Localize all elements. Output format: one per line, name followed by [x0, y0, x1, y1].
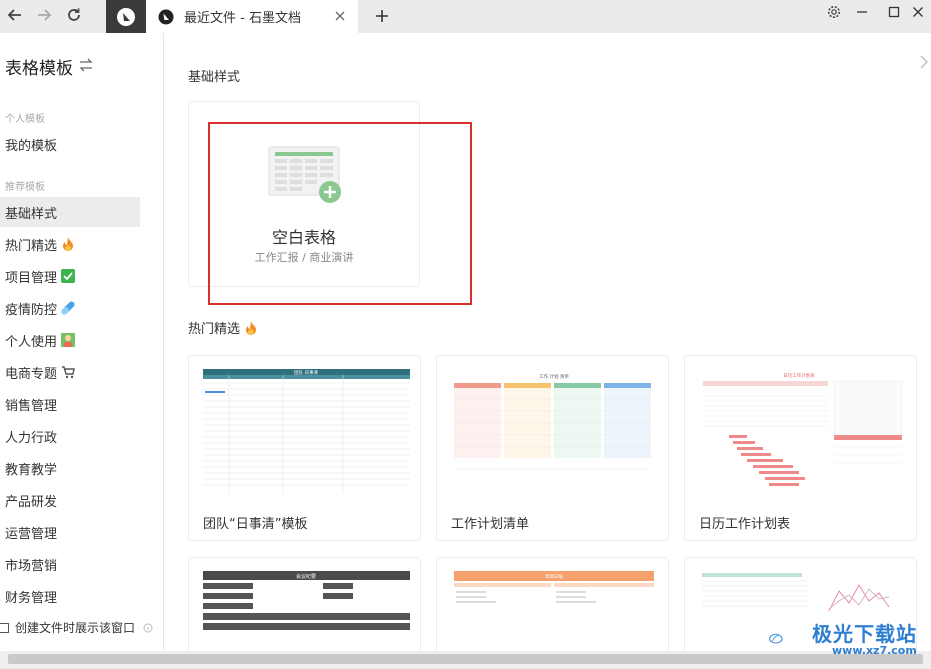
sidebar-item-personal[interactable]: 个人使用 — [0, 325, 140, 355]
plus-icon — [376, 10, 388, 22]
sidebar-item-label: 项目管理 — [5, 270, 58, 286]
maximize-button[interactable] — [882, 2, 906, 22]
thumb-header: 会议纪要 — [296, 573, 316, 580]
template-card-team-daily[interactable]: 团队 日事清 团队“日事清”模板 — [188, 355, 421, 541]
thumb-header: 团队 日事清 — [294, 369, 318, 376]
tab-recent-files[interactable]: 最近文件 - 石墨文档 — [146, 0, 358, 33]
cart-icon — [61, 365, 75, 379]
close-icon — [335, 11, 345, 21]
template-thumbnail: 工作 计划 清单 — [451, 369, 658, 493]
forward-button[interactable] — [30, 3, 58, 27]
sidebar-title: 表格模板 — [5, 59, 73, 79]
close-tab-button[interactable] — [332, 8, 348, 24]
watermark-url: www.xz7.com — [832, 644, 917, 657]
sidebar-item-epidemic[interactable]: 疫情防控 — [0, 293, 140, 323]
title-bar: 最近文件 - 石墨文档 — [0, 0, 931, 33]
app-home-tab[interactable] — [106, 0, 146, 33]
sidebar-item-label: 我的模板 — [5, 138, 58, 154]
red-highlight-box — [208, 122, 472, 305]
template-name: 日历工作计划表 — [699, 517, 791, 532]
sidebar-item-label: 产品研发 — [5, 494, 58, 510]
template-name: 团队“日事清”模板 — [203, 517, 308, 532]
back-button[interactable] — [1, 3, 29, 27]
chevron-right-icon[interactable] — [919, 55, 929, 69]
sidebar-item-label: 个人使用 — [5, 334, 58, 350]
template-card-meeting-minutes[interactable]: 会议纪要 — [188, 557, 421, 657]
section-title-hot-label: 热门精选 — [188, 322, 241, 337]
sidebar-item-sales[interactable]: 销售管理 — [0, 389, 140, 419]
sidebar-item-project[interactable]: 项目管理 — [0, 261, 140, 291]
sidebar-item-label: 教育教学 — [5, 462, 58, 478]
show-on-create-checkbox[interactable]: 创建文件时展示该窗口 — [0, 619, 153, 636]
gear-icon — [828, 6, 840, 18]
template-thumbnail: 团队 日事清 — [203, 369, 410, 493]
thumb-header: 项目日报 — [545, 573, 563, 580]
section-personal: 个人模板 — [5, 114, 45, 125]
sidebar: 表格模板 个人模板 我的模板 推荐模板 基础样式 热门精选 项目管理 疫情防控 … — [0, 33, 164, 653]
thumb-header: 工作 计划 清单 — [539, 373, 569, 380]
thumb-header: 日历工作计划表 — [783, 372, 815, 379]
refresh-button[interactable] — [60, 3, 88, 27]
back-arrow-icon — [7, 9, 21, 21]
forward-arrow-icon — [38, 9, 52, 21]
close-window-icon — [913, 7, 923, 17]
tab-title: 最近文件 - 石墨文档 — [184, 11, 301, 26]
template-thumbnail: 会议纪要 — [203, 571, 410, 656]
settings-button[interactable] — [822, 2, 846, 22]
section-title-hot: 热门精选 — [188, 318, 257, 337]
sidebar-item-label: 销售管理 — [5, 398, 58, 414]
shimo-logo-icon — [117, 7, 135, 26]
template-card-work-plan[interactable]: 工作 计划 清单 工作计划清单 — [436, 355, 669, 541]
main-content: 基础样式 空白表格 工作汇报 / 商业演讲 热门精选 团队 日事清 团队“日事清… — [165, 33, 931, 657]
maximize-icon — [888, 6, 900, 18]
sidebar-item-label: 热门精选 — [5, 238, 58, 254]
close-window-button[interactable] — [906, 2, 930, 22]
info-icon[interactable] — [143, 623, 153, 633]
template-name: 工作计划清单 — [451, 517, 530, 532]
new-tab-button[interactable] — [370, 4, 394, 28]
checkbox-label: 创建文件时展示该窗口 — [15, 621, 136, 635]
section-recommended: 推荐模板 — [5, 182, 45, 193]
sidebar-item-basic[interactable]: 基础样式 — [0, 197, 140, 227]
sidebar-item-finance[interactable]: 财务管理 — [0, 581, 140, 611]
minimize-button[interactable] — [850, 2, 874, 22]
sidebar-item-label: 财务管理 — [5, 590, 58, 606]
sidebar-item-label: 人力行政 — [5, 430, 58, 446]
sidebar-item-my-templates[interactable]: 我的模板 — [0, 129, 140, 159]
template-thumbnail: 项目日报 — [451, 571, 658, 656]
watermark-text: 极光下载站 — [812, 622, 917, 646]
switch-icon[interactable] — [78, 58, 94, 72]
sidebar-item-label: 市场营销 — [5, 558, 58, 574]
sidebar-item-label: 基础样式 — [5, 206, 58, 222]
fire-icon — [61, 237, 75, 251]
sidebar-item-product[interactable]: 产品研发 — [0, 485, 140, 515]
minimize-icon — [857, 11, 867, 13]
template-card-project-daily[interactable]: 项目日报 — [436, 557, 669, 657]
checkbox-box[interactable] — [0, 622, 9, 633]
section-title-basic: 基础样式 — [188, 70, 241, 85]
shimo-logo-icon — [158, 9, 174, 24]
sidebar-item-label: 电商专题 — [5, 366, 58, 382]
watermark-logo-icon — [769, 633, 783, 644]
sidebar-item-operations[interactable]: 运营管理 — [0, 517, 140, 547]
pill-icon — [61, 301, 75, 315]
check-icon — [61, 269, 76, 283]
refresh-icon — [68, 8, 80, 21]
sidebar-item-label: 疫情防控 — [5, 302, 58, 318]
sidebar-item-label: 运营管理 — [5, 526, 58, 542]
sidebar-item-education[interactable]: 教育教学 — [0, 453, 140, 483]
sidebar-item-marketing[interactable]: 市场营销 — [0, 549, 140, 579]
template-card-calendar-plan[interactable]: 日历工作计划表 日历工作计划表 — [684, 355, 917, 541]
sidebar-item-ecommerce[interactable]: 电商专题 — [0, 357, 140, 387]
fire-icon — [246, 320, 257, 335]
person-icon — [61, 333, 76, 347]
sidebar-item-hr[interactable]: 人力行政 — [0, 421, 140, 451]
sidebar-item-hot[interactable]: 热门精选 — [0, 229, 140, 259]
template-thumbnail: 日历工作计划表 — [699, 369, 906, 493]
